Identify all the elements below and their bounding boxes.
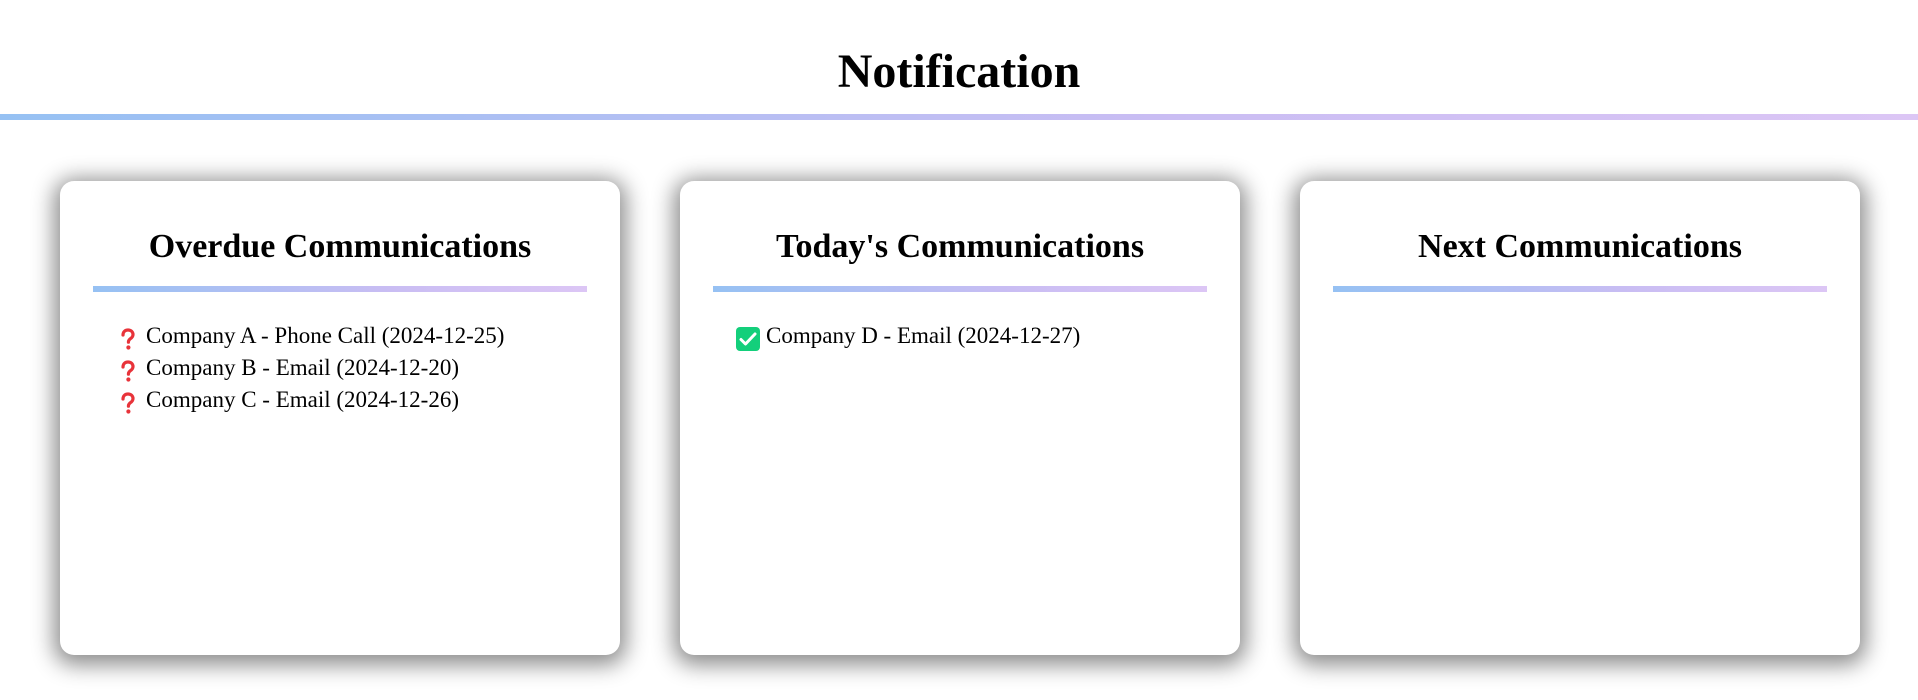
overdue-list: Company A - Phone Call (2024-12-25) Comp… (115, 320, 595, 416)
today-card-title: Today's Communications (775, 228, 1145, 265)
overdue-communications-card: Overdue Communications Company A - Phone… (60, 181, 620, 655)
today-list: Company D - Email (2024-12-27) (735, 320, 1215, 352)
question-mark-icon (115, 326, 141, 352)
list-item: Company A - Phone Call (2024-12-25) (115, 320, 595, 352)
notification-page: Notification Overdue Communications Comp… (0, 0, 1918, 700)
overdue-card-title: Overdue Communications (148, 228, 532, 265)
list-item-text: Company B - Email (2024-12-20) (146, 355, 460, 380)
page-title: Notification (837, 45, 1081, 98)
list-item-text: Company D - Email (2024-12-27) (766, 323, 1081, 348)
list-item-text: Company A - Phone Call (2024-12-25) (146, 323, 505, 348)
overdue-card-divider (93, 286, 587, 292)
list-item: Company D - Email (2024-12-27) (735, 320, 1215, 352)
title-divider (0, 114, 1918, 120)
next-card-divider (1333, 286, 1827, 292)
todays-communications-card: Today's Communications Company D - Email… (680, 181, 1240, 655)
next-card-title: Next Communications (1418, 228, 1742, 265)
today-card-divider (713, 286, 1207, 292)
checkmark-icon (735, 326, 761, 352)
next-communications-card: Next Communications (1300, 181, 1860, 655)
question-mark-icon (115, 358, 141, 384)
list-item-text: Company C - Email (2024-12-26) (146, 387, 460, 412)
list-item: Company B - Email (2024-12-20) (115, 352, 595, 384)
list-item: Company C - Email (2024-12-26) (115, 384, 595, 416)
question-mark-icon (115, 390, 141, 416)
cards-container: Overdue Communications Company A - Phone… (60, 181, 1860, 655)
